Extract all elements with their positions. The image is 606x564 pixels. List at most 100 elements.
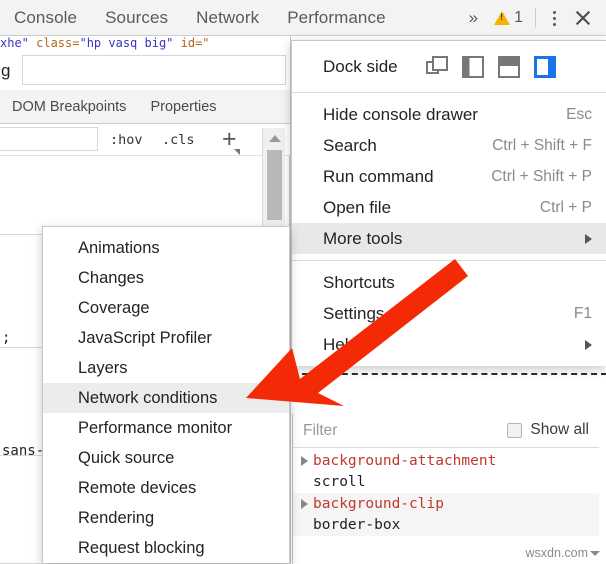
- submenu-item-animations[interactable]: Animations: [43, 233, 289, 263]
- dock-to-left-icon[interactable]: [461, 55, 484, 78]
- dock-to-bottom-icon[interactable]: [497, 55, 520, 78]
- style-text-fragment: ;: [2, 330, 11, 346]
- computed-property-name: background-attachment: [313, 452, 497, 469]
- submenu-item-request-blocking[interactable]: Request blocking: [43, 533, 289, 563]
- styles-filter-input[interactable]: [0, 127, 98, 151]
- watermark-caret-icon: [590, 550, 600, 556]
- close-icon[interactable]: [568, 3, 598, 33]
- show-all-checkbox[interactable]: [507, 422, 523, 438]
- menu-item-shortcut: F1: [573, 304, 592, 322]
- styles-pane-scrollbar[interactable]: [262, 128, 285, 235]
- submenu-arrow-icon: [585, 339, 592, 350]
- dock-side-row: Dock side: [292, 41, 606, 93]
- computed-property-value: border-box: [313, 517, 401, 533]
- dock-side-options: [425, 55, 556, 78]
- menu-item-label: Shortcuts: [323, 272, 395, 292]
- submenu-item-changes[interactable]: Changes: [43, 263, 289, 293]
- menu-item-label: Help: [323, 334, 358, 354]
- styles-rule-row: [0, 156, 290, 235]
- dom-edit-area: g: [0, 51, 290, 91]
- menu-group-primary: Hide console drawer Esc Search Ctrl + Sh…: [292, 93, 606, 260]
- toggle-element-state-button[interactable]: :hov: [110, 132, 143, 148]
- style-text-fragment: sans-: [2, 443, 45, 459]
- tab-console[interactable]: Console: [0, 0, 91, 36]
- submenu-item-javascript-profiler[interactable]: JavaScript Profiler: [43, 323, 289, 353]
- tab-strip-actions: » 1: [461, 0, 602, 36]
- menu-item-shortcut: Ctrl + Shift + P: [491, 167, 592, 185]
- menu-item-label: Search: [323, 135, 377, 155]
- menu-item-shortcut: Esc: [566, 105, 592, 123]
- submenu-item-quick-source[interactable]: Quick source: [43, 443, 289, 473]
- computed-property-name: background-clip: [313, 495, 444, 512]
- tab-sources[interactable]: Sources: [91, 0, 182, 36]
- code-id-part: id=": [173, 36, 210, 50]
- menu-group-secondary: Shortcuts Settings F1 Help: [292, 260, 606, 366]
- sidebar-tab-strip: DOM Breakpoints Properties: [0, 90, 290, 124]
- menu-item-search[interactable]: Search Ctrl + Shift + F: [292, 130, 606, 161]
- styles-pane-toolbar: :hov .cls +: [0, 124, 290, 156]
- scrollbar-thumb[interactable]: [267, 150, 282, 220]
- menu-item-label: Settings: [323, 303, 385, 323]
- tab-dom-breakpoints[interactable]: DOM Breakpoints: [0, 90, 138, 124]
- menu-item-hide-console-drawer[interactable]: Hide console drawer Esc: [292, 99, 606, 130]
- toolbar-divider: [535, 8, 536, 28]
- submenu-item-layers[interactable]: Layers: [43, 353, 289, 383]
- menu-item-label: Run command: [323, 166, 434, 186]
- show-all-control[interactable]: Show all: [507, 421, 589, 439]
- warning-triangle-icon: [494, 11, 511, 25]
- computed-styles-panel: Filter Show all background-attachment sc…: [292, 414, 599, 564]
- menu-item-shortcut: Ctrl + Shift + F: [492, 136, 592, 154]
- computed-property-row[interactable]: background-attachment scroll: [293, 450, 599, 493]
- new-style-rule-caret-icon: [234, 149, 240, 155]
- menu-item-shortcuts[interactable]: Shortcuts: [292, 267, 606, 298]
- menu-item-label: Hide console drawer: [323, 104, 478, 124]
- show-all-label: Show all: [530, 421, 589, 438]
- devtools-tab-strip: Console Sources Network Performance » 1: [0, 0, 606, 36]
- computed-filter-input[interactable]: Filter: [303, 422, 337, 440]
- warning-badge[interactable]: 1: [488, 9, 529, 27]
- tab-performance[interactable]: Performance: [273, 0, 399, 36]
- computed-property-header[interactable]: background-attachment: [301, 450, 599, 471]
- menu-item-run-command[interactable]: Run command Ctrl + Shift + P: [292, 161, 606, 192]
- dom-code-fragment: xhe" class="hp vasq big" id=": [0, 36, 300, 51]
- computed-property-header[interactable]: background-clip: [301, 493, 599, 514]
- computed-property-value: scroll: [313, 474, 366, 490]
- more-tools-submenu: Animations Changes Coverage JavaScript P…: [42, 226, 290, 563]
- site-watermark: wsxdn.com: [525, 546, 600, 560]
- menu-item-shortcut: Ctrl + P: [539, 198, 592, 216]
- submenu-item-performance-monitor[interactable]: Performance monitor: [43, 413, 289, 443]
- menu-item-settings[interactable]: Settings F1: [292, 298, 606, 329]
- undock-into-separate-window-icon[interactable]: [425, 55, 448, 78]
- submenu-item-remote-devices[interactable]: Remote devices: [43, 473, 289, 503]
- code-value-part: "hp vasq big": [79, 36, 174, 50]
- menu-item-label: Open file: [323, 197, 392, 217]
- computed-property-row[interactable]: background-clip border-box: [293, 493, 599, 536]
- devtools-main-menu: Dock side Hide console drawer Esc Search…: [291, 40, 606, 375]
- dock-to-right-icon[interactable]: [533, 55, 556, 78]
- code-tag-part: xhe": [0, 36, 29, 50]
- menu-item-help[interactable]: Help: [292, 329, 606, 360]
- element-classes-button[interactable]: .cls: [162, 132, 195, 148]
- expand-triangle-icon[interactable]: [301, 498, 308, 509]
- submenu-item-rendering[interactable]: Rendering: [43, 503, 289, 533]
- menu-item-open-file[interactable]: Open file Ctrl + P: [292, 192, 606, 223]
- devtools-window: Console Sources Network Performance » 1 …: [0, 0, 606, 564]
- scroll-up-arrow-icon[interactable]: [269, 135, 281, 142]
- expand-triangle-icon[interactable]: [301, 455, 308, 466]
- code-attr-part: class=: [28, 36, 80, 50]
- menu-bottom-dashed-border: [292, 373, 606, 375]
- dom-edit-input[interactable]: [22, 55, 286, 85]
- menu-item-label: More tools: [323, 228, 403, 248]
- kebab-menu-icon[interactable]: [542, 3, 566, 33]
- warning-count: 1: [514, 9, 523, 26]
- dock-side-label: Dock side: [323, 56, 398, 76]
- tab-network[interactable]: Network: [182, 0, 273, 36]
- more-tabs-chevron-icon[interactable]: »: [461, 0, 486, 36]
- submenu-item-coverage[interactable]: Coverage: [43, 293, 289, 323]
- watermark-text: wsxdn.com: [525, 546, 588, 560]
- computed-filter-bar: Filter Show all: [293, 414, 599, 448]
- submenu-item-network-conditions[interactable]: Network conditions: [43, 383, 289, 413]
- menu-item-more-tools[interactable]: More tools: [292, 223, 606, 254]
- tab-properties[interactable]: Properties: [138, 90, 228, 124]
- submenu-arrow-icon: [585, 233, 592, 244]
